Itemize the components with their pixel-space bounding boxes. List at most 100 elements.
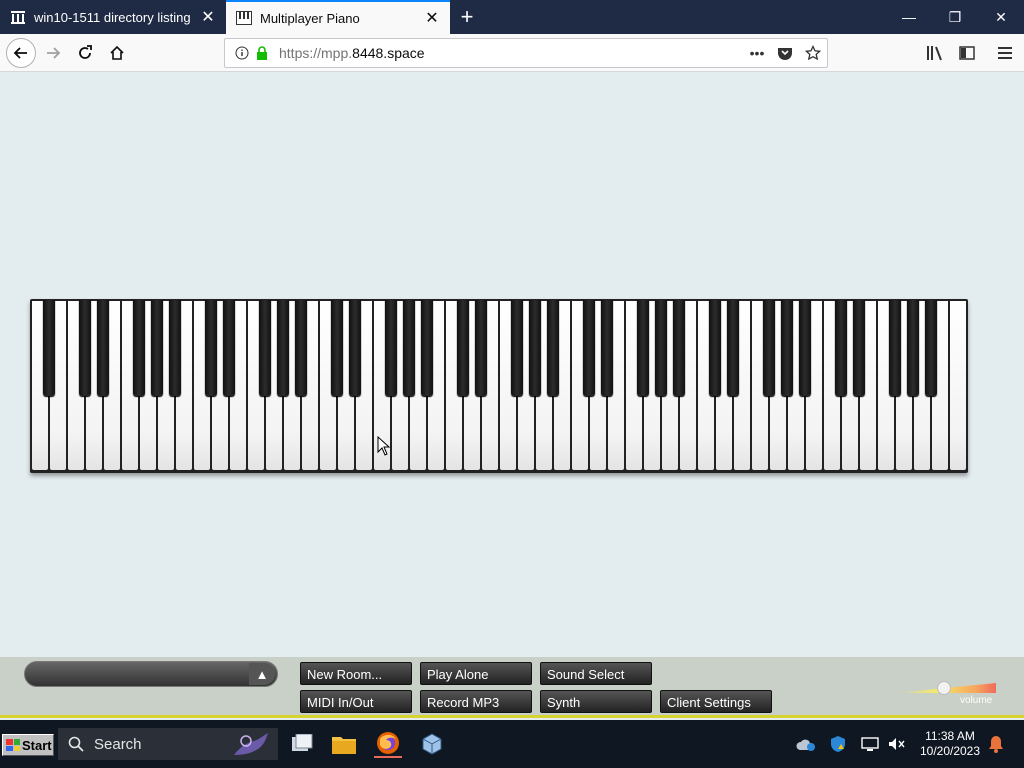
black-key[interactable] bbox=[421, 300, 433, 396]
clock-time: 11:38 AM bbox=[925, 729, 975, 743]
close-tab-icon[interactable]: ✕ bbox=[196, 5, 220, 29]
black-key[interactable] bbox=[673, 300, 685, 396]
black-key[interactable] bbox=[223, 300, 235, 396]
black-key[interactable] bbox=[799, 300, 811, 396]
minimize-button[interactable]: — bbox=[886, 0, 932, 34]
sidebar-button[interactable] bbox=[952, 38, 982, 68]
white-key[interactable] bbox=[949, 300, 967, 471]
library-icon bbox=[10, 9, 26, 25]
black-key[interactable] bbox=[601, 300, 613, 396]
black-key[interactable] bbox=[79, 300, 91, 396]
notification-bell-icon[interactable] bbox=[986, 734, 1006, 754]
volume-muted-icon[interactable] bbox=[886, 734, 906, 754]
triangle-up-icon: ▲ bbox=[255, 666, 269, 682]
black-key[interactable] bbox=[403, 300, 415, 396]
back-button[interactable] bbox=[6, 38, 36, 68]
bookmark-star-icon[interactable] bbox=[799, 45, 827, 61]
file-explorer-icon[interactable] bbox=[330, 730, 358, 758]
black-key[interactable] bbox=[133, 300, 145, 396]
volume-label: volume bbox=[960, 695, 993, 706]
firefox-icon[interactable] bbox=[374, 730, 402, 758]
security-shield-icon[interactable] bbox=[828, 734, 848, 754]
close-tab-icon[interactable]: ✕ bbox=[420, 6, 444, 30]
taskbar-search[interactable]: Search bbox=[58, 728, 278, 760]
black-key[interactable] bbox=[457, 300, 469, 396]
url-text[interactable]: https://mpp.8448.space bbox=[279, 45, 743, 61]
black-key[interactable] bbox=[475, 300, 487, 396]
new-room-button[interactable]: New Room... bbox=[300, 662, 412, 685]
black-key[interactable] bbox=[349, 300, 361, 396]
black-key[interactable] bbox=[259, 300, 271, 396]
piano-favicon-icon bbox=[236, 10, 252, 26]
chat-input[interactable]: ▲ bbox=[24, 661, 278, 687]
black-key[interactable] bbox=[835, 300, 847, 396]
task-view-icon[interactable] bbox=[288, 730, 316, 758]
network-icon[interactable] bbox=[860, 734, 880, 754]
reload-button[interactable] bbox=[70, 38, 100, 68]
black-key[interactable] bbox=[907, 300, 919, 396]
onedrive-icon[interactable] bbox=[796, 734, 816, 754]
address-bar[interactable]: https://mpp.8448.space ••• bbox=[224, 38, 828, 68]
clock-date: 10/20/2023 bbox=[919, 744, 981, 758]
black-key[interactable] bbox=[709, 300, 721, 396]
black-key[interactable] bbox=[43, 300, 55, 396]
black-key[interactable] bbox=[727, 300, 739, 396]
black-key[interactable] bbox=[655, 300, 667, 396]
sidebar-icon bbox=[959, 46, 975, 60]
sound-select-button[interactable]: Sound Select bbox=[540, 662, 652, 685]
black-key[interactable] bbox=[763, 300, 775, 396]
black-key[interactable] bbox=[889, 300, 901, 396]
black-key[interactable] bbox=[925, 300, 937, 396]
restore-button[interactable]: ❐ bbox=[932, 0, 978, 34]
virtualbox-icon[interactable] bbox=[418, 730, 446, 758]
black-key[interactable] bbox=[547, 300, 559, 396]
midi-in-out-button[interactable]: MIDI In/Out bbox=[300, 690, 412, 713]
synth-button[interactable]: Synth bbox=[540, 690, 652, 713]
black-key[interactable] bbox=[781, 300, 793, 396]
library-button[interactable] bbox=[920, 38, 950, 68]
lock-icon[interactable] bbox=[253, 46, 271, 60]
record-mp3-button[interactable]: Record MP3 bbox=[420, 690, 532, 713]
info-icon[interactable] bbox=[231, 46, 253, 60]
piano-controls-bar: ▲ New Room... Play Alone Sound Select MI… bbox=[0, 657, 1024, 718]
black-key[interactable] bbox=[583, 300, 595, 396]
pocket-icon[interactable] bbox=[771, 46, 799, 60]
windows-taskbar: Start Search 11:38 AM 10/20/2023 bbox=[0, 720, 1024, 768]
system-clock[interactable]: 11:38 AM 10/20/2023 bbox=[912, 729, 988, 759]
hamburger-menu-icon bbox=[998, 47, 1012, 59]
piano-keyboard[interactable] bbox=[30, 299, 968, 473]
tab-multiplayer-piano[interactable]: Multiplayer Piano ✕ bbox=[226, 0, 450, 34]
black-key[interactable] bbox=[205, 300, 217, 396]
black-key[interactable] bbox=[277, 300, 289, 396]
tab-directory-listing[interactable]: win10-1511 directory listing ✕ bbox=[0, 0, 226, 34]
black-key[interactable] bbox=[511, 300, 523, 396]
chat-expand-button[interactable]: ▲ bbox=[249, 663, 275, 685]
menu-button[interactable] bbox=[990, 38, 1020, 68]
mouse-cursor-icon bbox=[377, 436, 391, 456]
page-actions-icon[interactable]: ••• bbox=[743, 45, 771, 61]
black-key[interactable] bbox=[151, 300, 163, 396]
close-window-button[interactable]: ✕ bbox=[978, 0, 1024, 34]
black-key[interactable] bbox=[97, 300, 109, 396]
home-button[interactable] bbox=[102, 38, 132, 68]
start-button[interactable]: Start bbox=[2, 734, 54, 756]
windows-flag-icon bbox=[6, 739, 20, 751]
forward-button[interactable] bbox=[38, 38, 68, 68]
play-alone-button[interactable]: Play Alone bbox=[420, 662, 532, 685]
black-key[interactable] bbox=[853, 300, 865, 396]
client-settings-button[interactable]: Client Settings bbox=[660, 690, 772, 713]
navigation-toolbar: https://mpp.8448.space ••• bbox=[0, 34, 1024, 72]
black-key[interactable] bbox=[529, 300, 541, 396]
start-label: Start bbox=[22, 737, 52, 753]
browser-tab-strip: win10-1511 directory listing ✕ Multiplay… bbox=[0, 0, 1024, 34]
volume-knob[interactable] bbox=[937, 681, 951, 695]
black-key[interactable] bbox=[637, 300, 649, 396]
url-prefix: https://mpp. bbox=[279, 45, 353, 61]
black-key[interactable] bbox=[385, 300, 397, 396]
volume-slider[interactable] bbox=[896, 681, 996, 695]
black-key[interactable] bbox=[295, 300, 307, 396]
reload-icon bbox=[79, 45, 92, 59]
black-key[interactable] bbox=[331, 300, 343, 396]
black-key[interactable] bbox=[169, 300, 181, 396]
new-tab-button[interactable]: + bbox=[454, 4, 480, 30]
